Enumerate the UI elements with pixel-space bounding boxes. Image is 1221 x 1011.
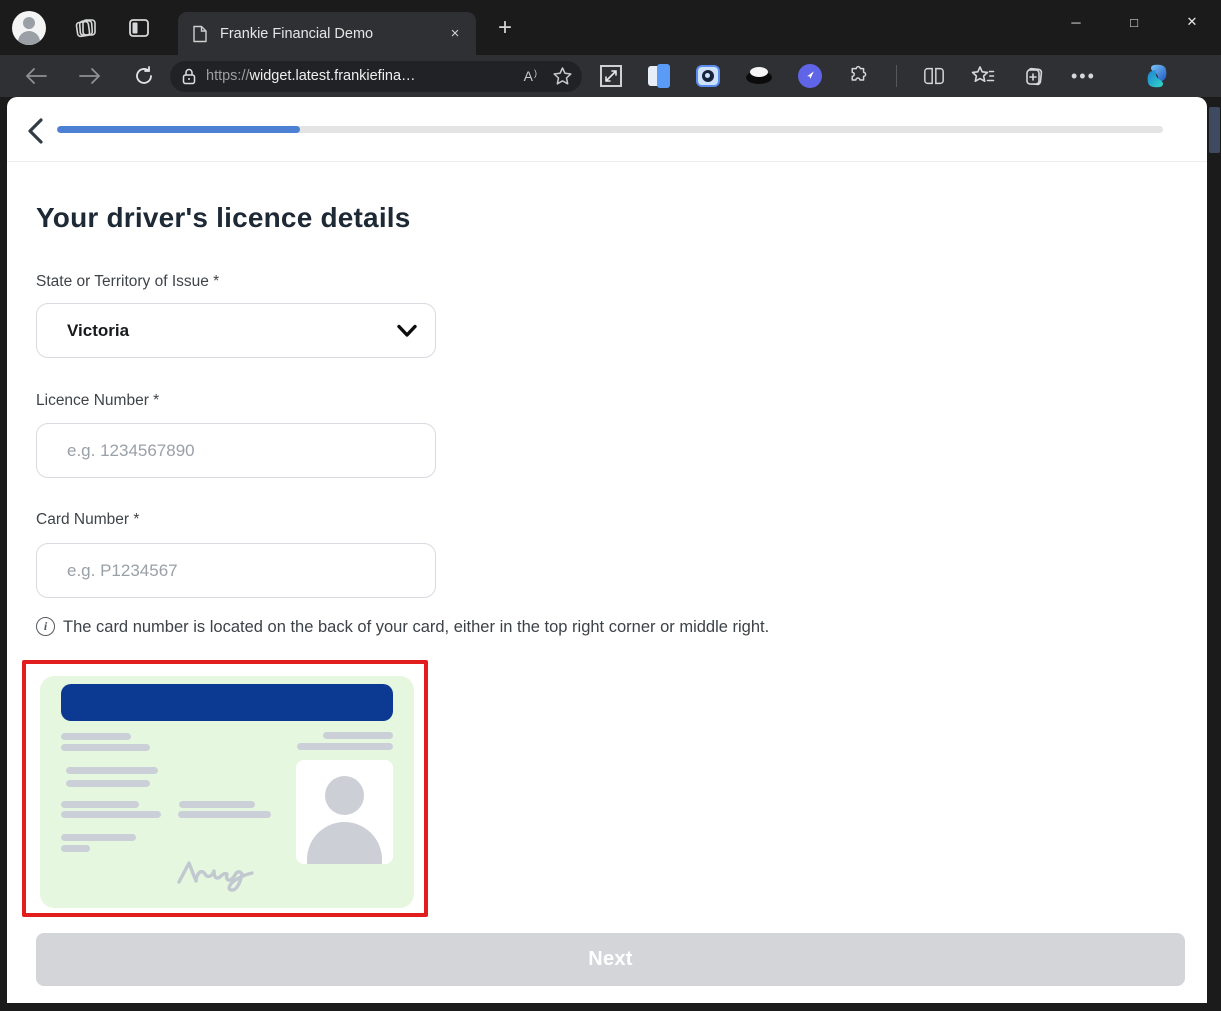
more-options-icon[interactable]: ••• bbox=[1071, 66, 1096, 87]
copilot-icon[interactable] bbox=[1142, 61, 1172, 91]
state-select[interactable]: Victoria bbox=[36, 303, 436, 358]
lock-icon bbox=[182, 68, 196, 85]
split-screen-icon[interactable] bbox=[923, 66, 945, 86]
new-tab-button[interactable]: + bbox=[490, 13, 520, 43]
browser-toolbar: https:// widget.latest.frankiefina… A) bbox=[0, 55, 1221, 97]
refresh-icon[interactable] bbox=[130, 62, 158, 90]
tab-layout-icon[interactable] bbox=[127, 16, 151, 40]
card-number-field-box[interactable] bbox=[36, 543, 436, 598]
compass-extension-icon[interactable] bbox=[798, 64, 822, 88]
next-button[interactable]: Next bbox=[36, 933, 1185, 986]
chevron-down-icon bbox=[397, 324, 417, 338]
licence-card-illustration bbox=[40, 676, 414, 908]
toolbar-divider bbox=[896, 65, 897, 87]
page-title: Your driver's licence details bbox=[36, 202, 411, 234]
minimize-button[interactable]: ─ bbox=[1047, 0, 1105, 44]
extensions-puzzle-icon[interactable] bbox=[848, 65, 870, 87]
browser-tab[interactable]: Frankie Financial Demo × bbox=[178, 12, 476, 55]
card-header-band bbox=[61, 684, 393, 721]
forward-icon[interactable] bbox=[76, 62, 104, 90]
maximize-button[interactable]: □ bbox=[1105, 0, 1163, 44]
licence-card-highlight bbox=[22, 660, 428, 917]
avatar-person-icon bbox=[23, 17, 35, 29]
fullscreen-extension-icon[interactable] bbox=[600, 65, 622, 87]
card-number-label: Card Number * bbox=[36, 511, 139, 529]
signature-scribble bbox=[176, 858, 266, 894]
header-divider bbox=[7, 161, 1207, 162]
browser-window: Frankie Financial Demo × + ─ □ ✕ https:/… bbox=[0, 0, 1221, 1011]
favorites-hub-icon[interactable] bbox=[971, 65, 995, 87]
info-text: The card number is located on the back o… bbox=[63, 616, 769, 638]
profile-avatar[interactable] bbox=[12, 11, 46, 45]
page-content: Your driver's licence details State or T… bbox=[7, 97, 1207, 1003]
licence-number-label: Licence Number * bbox=[36, 392, 159, 410]
address-bar[interactable]: https:// widget.latest.frankiefina… A) bbox=[170, 61, 582, 92]
back-icon[interactable] bbox=[22, 62, 50, 90]
close-window-button[interactable]: ✕ bbox=[1163, 0, 1221, 44]
pages-extension-icon[interactable] bbox=[648, 64, 670, 88]
progress-bar bbox=[57, 126, 1163, 133]
scrollbar-thumb[interactable] bbox=[1209, 107, 1220, 153]
progress-fill bbox=[57, 126, 300, 133]
browser-titlebar: Frankie Financial Demo × + ─ □ ✕ bbox=[0, 0, 1221, 55]
card-number-input[interactable] bbox=[67, 561, 417, 581]
extensions-row: ••• bbox=[600, 61, 1186, 91]
info-icon: i bbox=[36, 617, 55, 636]
camera-extension-icon[interactable] bbox=[696, 65, 720, 87]
window-controls: ─ □ ✕ bbox=[1047, 0, 1221, 44]
state-label: State or Territory of Issue * bbox=[36, 273, 219, 291]
photo-placeholder bbox=[296, 760, 393, 864]
favorite-star-icon[interactable] bbox=[553, 67, 572, 85]
page-document-icon bbox=[192, 25, 208, 43]
url-host: widget.latest.frankiefina… bbox=[250, 68, 416, 84]
read-aloud-icon[interactable]: A) bbox=[524, 68, 537, 84]
licence-number-field-box[interactable] bbox=[36, 423, 436, 478]
collections-icon[interactable] bbox=[1021, 64, 1045, 88]
url-scheme: https:// bbox=[206, 68, 250, 84]
workspaces-icon[interactable] bbox=[74, 16, 98, 40]
avatar-silhouette-icon bbox=[325, 776, 364, 815]
state-select-value: Victoria bbox=[67, 321, 397, 341]
tab-title: Frankie Financial Demo bbox=[220, 26, 444, 42]
info-row: i The card number is located on the back… bbox=[36, 616, 769, 638]
close-tab-icon[interactable]: × bbox=[444, 23, 466, 45]
dome-extension-icon[interactable] bbox=[746, 67, 772, 85]
licence-number-input[interactable] bbox=[67, 441, 417, 461]
back-chevron-button[interactable] bbox=[25, 117, 47, 145]
